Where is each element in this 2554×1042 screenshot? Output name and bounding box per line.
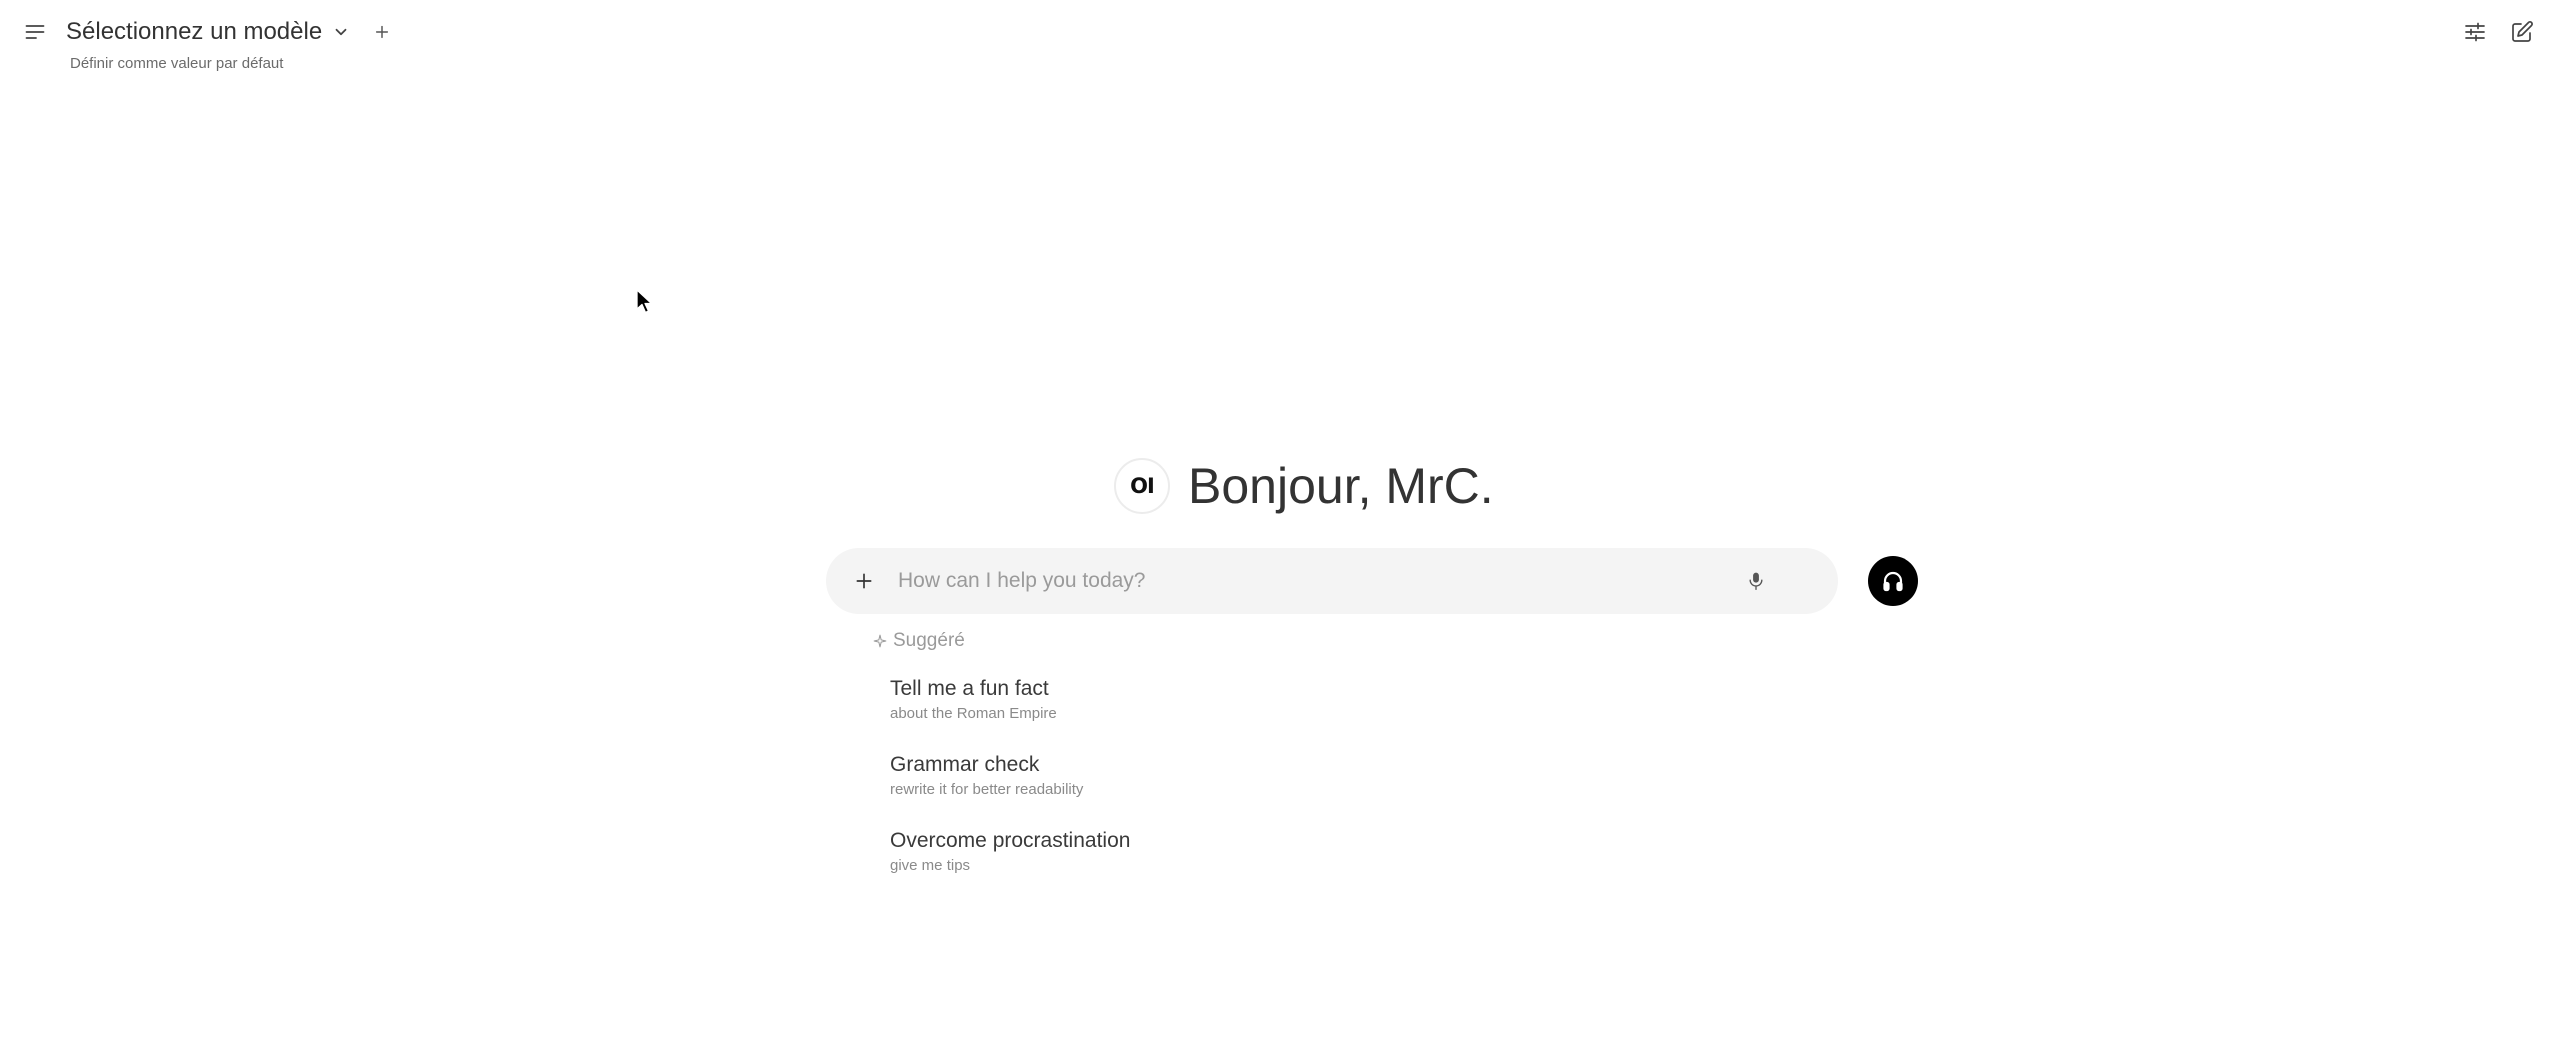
suggestions-header-label: Suggéré [893, 630, 965, 651]
sparkle-icon [873, 634, 887, 648]
headphones-icon [1883, 571, 1903, 592]
new-chat-button[interactable] [2504, 14, 2540, 50]
voice-mode-button[interactable] [1868, 556, 1918, 606]
plus-icon [856, 573, 872, 589]
chat-input-bar [826, 548, 1918, 614]
model-selector[interactable]: Sélectionnez un modèle [66, 14, 350, 50]
model-selector-label: Sélectionnez un modèle [66, 18, 323, 45]
microphone-icon [1749, 572, 1763, 590]
suggestion-item[interactable]: Grammar check rewrite it for better read… [890, 752, 1490, 814]
add-model-button[interactable] [364, 14, 400, 50]
suggestion-subtitle: rewrite it for better readability [890, 781, 1084, 798]
dictate-button[interactable] [1738, 563, 1774, 599]
greeting-text: Bonjour, MrC. [1188, 458, 1494, 514]
suggestion-subtitle: about the Roman Empire [890, 705, 1057, 722]
app-logo: OI [1114, 458, 1170, 514]
chevron-down-icon [335, 28, 347, 36]
menu-icon [25, 25, 45, 39]
suggestions-header: Suggéré [873, 630, 965, 652]
mouse-cursor-icon [636, 289, 653, 314]
suggestion-title: Grammar check [890, 753, 1040, 776]
greeting: OI Bonjour, MrC. [1114, 456, 1494, 516]
set-default-link[interactable]: Définir comme valeur par défaut [70, 55, 283, 72]
suggestion-title: Overcome procrastination [890, 829, 1131, 852]
suggestion-subtitle: give me tips [890, 857, 971, 874]
plus-icon [375, 25, 389, 39]
suggestion-item[interactable]: Tell me a fun fact about the Roman Empir… [890, 676, 1490, 738]
suggestion-item[interactable]: Overcome procrastination give me tips [890, 828, 1490, 890]
sliders-icon [2465, 22, 2485, 42]
chat-page: Sélectionnez un modèle Définir comme val… [0, 0, 2554, 1042]
chat-input[interactable] [898, 561, 1538, 601]
edit-icon [2512, 21, 2533, 42]
attach-button[interactable] [846, 563, 882, 599]
sidebar-toggle-button[interactable] [17, 14, 53, 50]
suggestion-title: Tell me a fun fact [890, 677, 1049, 700]
chat-controls-button[interactable] [2457, 14, 2493, 50]
